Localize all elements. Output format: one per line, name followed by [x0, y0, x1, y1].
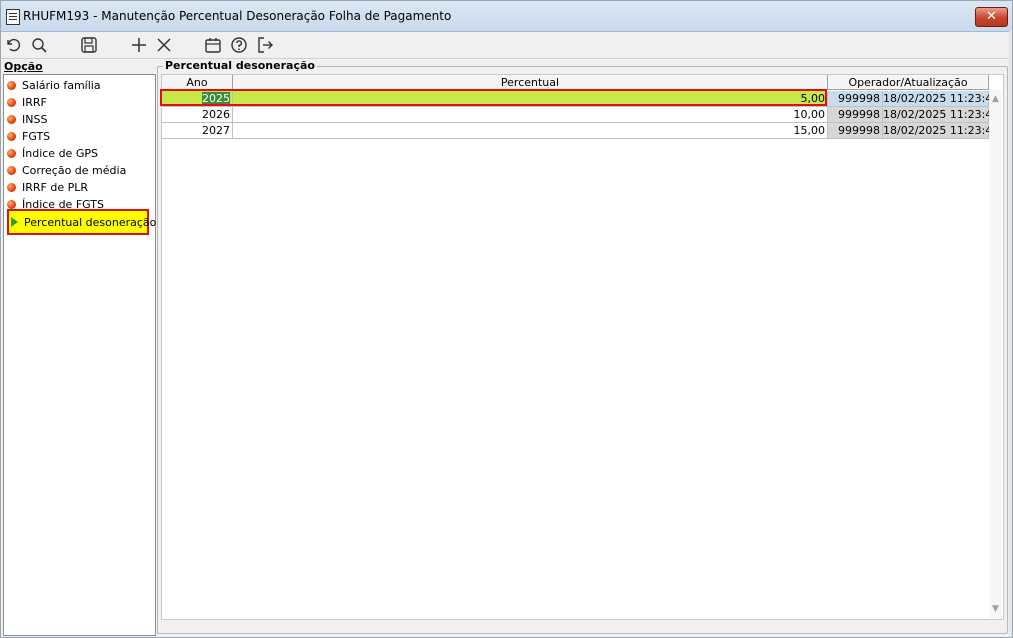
exit-icon[interactable]	[255, 35, 275, 55]
sidebar-item-label: Índice de GPS	[22, 147, 98, 160]
options-label: Opção	[4, 60, 43, 73]
cell-ano[interactable]: 2025	[162, 91, 233, 107]
sidebar-item-indice-gps[interactable]: Índice de GPS	[7, 145, 98, 162]
cell-ano[interactable]: 2027	[162, 123, 233, 139]
sidebar-item-percentual-desoneracao[interactable]: Percentual desoneração	[7, 209, 156, 235]
cell-atualizacao: 18/02/2025 11:23:40	[883, 123, 1000, 139]
sidebar-item-fgts[interactable]: FGTS	[7, 128, 50, 145]
close-button[interactable]: ✕	[975, 7, 1008, 27]
sidebar-item-correcao-media[interactable]: Correção de média	[7, 162, 126, 179]
sidebar-item-label: Percentual desoneração	[24, 215, 157, 229]
add-icon[interactable]	[129, 35, 149, 55]
cell-percentual[interactable]: 5,00	[233, 91, 828, 107]
bullet-icon	[7, 200, 16, 209]
bullet-icon	[7, 98, 16, 107]
table-row[interactable]: 2026 10,00 999998 18/02/2025 11:23:40	[162, 107, 1000, 123]
help-icon[interactable]	[229, 35, 249, 55]
app-document-icon	[6, 9, 20, 25]
search-icon[interactable]	[29, 35, 49, 55]
window-title: RHUFM193 - Manutenção Percentual Desoner…	[23, 9, 452, 23]
cell-atualizacao: 18/02/2025 11:23:40	[883, 91, 1000, 107]
cell-ano-value: 2026	[202, 108, 230, 121]
table-row[interactable]: 2025 5,00 999998 18/02/2025 11:23:40	[162, 91, 1000, 107]
column-header-percentual[interactable]: Percentual	[233, 75, 828, 90]
toolbar-divider	[1, 58, 1012, 59]
scroll-up-icon[interactable]: ▲	[989, 92, 1002, 106]
cell-operador: 999998	[828, 123, 883, 139]
bullet-icon	[7, 183, 16, 192]
sidebar-item-salario-familia[interactable]: Salário família	[7, 77, 101, 94]
toolbar	[1, 32, 1012, 58]
group-title: Percentual desoneração	[163, 59, 317, 72]
scroll-down-icon[interactable]: ▼	[989, 602, 1002, 616]
sidebar-item-irrf[interactable]: IRRF	[7, 94, 47, 111]
sidebar-item-label: FGTS	[22, 130, 51, 143]
title-bar: RHUFM193 - Manutenção Percentual Desoner…	[1, 1, 1012, 32]
cell-atualizacao: 18/02/2025 11:23:40	[883, 107, 1000, 123]
sidebar-item-label: IRRF de PLR	[22, 181, 89, 194]
save-icon[interactable]	[79, 35, 99, 55]
bullet-icon	[7, 166, 16, 175]
bullet-icon	[7, 149, 16, 158]
sidebar-item-label: Salário família	[22, 79, 101, 92]
cell-percentual[interactable]: 10,00	[233, 107, 828, 123]
cell-ano[interactable]: 2026	[162, 107, 233, 123]
cell-operador: 999998	[828, 107, 883, 123]
sidebar-item-label: Correção de média	[22, 164, 127, 177]
column-header-operador-atualizacao[interactable]: Operador/Atualização	[828, 75, 989, 90]
cell-ano-value: 2027	[202, 124, 230, 137]
delete-icon[interactable]	[154, 35, 174, 55]
cell-percentual[interactable]: 15,00	[233, 123, 828, 139]
sidebar-item-irrf-plr[interactable]: IRRF de PLR	[7, 179, 88, 196]
undo-icon[interactable]	[3, 35, 23, 55]
data-grid: Ano Percentual Operador/Atualização 2025…	[161, 74, 1004, 620]
sidebar-item-label: IRRF	[22, 96, 47, 109]
vertical-scrollbar[interactable]: ▲ ▼	[989, 90, 1002, 618]
table-row[interactable]: 2027 15,00 999998 18/02/2025 11:23:40	[162, 123, 1000, 139]
column-header-ano[interactable]: Ano	[162, 75, 233, 90]
cell-ano-value: 2025	[202, 92, 230, 105]
calendar-icon[interactable]	[203, 35, 223, 55]
cell-operador: 999998	[828, 91, 883, 107]
main-window: RHUFM193 - Manutenção Percentual Desoner…	[0, 0, 1013, 638]
sidebar-item-inss[interactable]: INSS	[7, 111, 47, 128]
sidebar-item-label: INSS	[22, 113, 48, 126]
window-edge	[1009, 31, 1012, 637]
options-list: Salário família IRRF INSS FGTS Índice de…	[3, 74, 156, 636]
selected-arrow-icon	[11, 217, 18, 227]
bullet-icon	[7, 81, 16, 90]
bullet-icon	[7, 115, 16, 124]
bullet-icon	[7, 132, 16, 141]
